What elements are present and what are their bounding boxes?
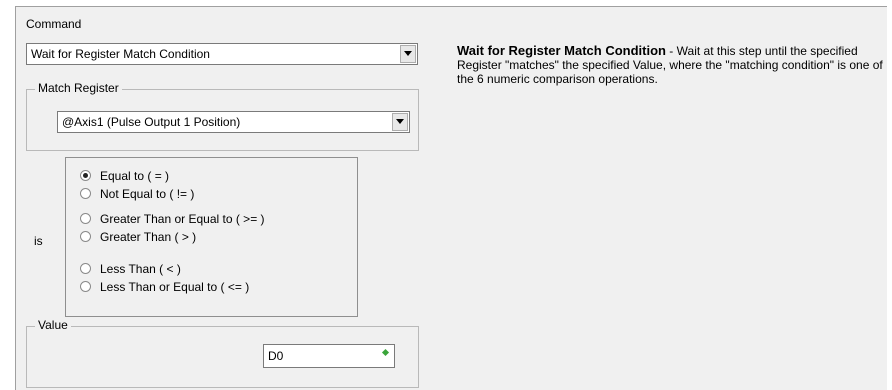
command-selected-value: Wait for Register Match Condition (31, 47, 210, 61)
chevron-down-icon (404, 51, 412, 56)
match-register-dropdown-button[interactable] (392, 113, 408, 131)
command-label: Command (26, 17, 82, 31)
radio-label: Not Equal to ( != ) (100, 187, 195, 201)
value-group: Value D0 (26, 318, 419, 388)
value-input-text: D0 (268, 349, 284, 363)
radio-label: Less Than or Equal to ( <= ) (100, 280, 250, 294)
match-register-dropdown[interactable]: @Axis1 (Pulse Output 1 Position) (57, 111, 410, 133)
radio-label: Greater Than or Equal to ( >= ) (100, 212, 265, 226)
radio-label: Equal to ( = ) (100, 169, 170, 183)
is-label: is (34, 234, 43, 248)
status-indicator-icon (381, 348, 390, 357)
match-condition-group: Equal to ( = ) Not Equal to ( != ) Great… (65, 157, 358, 317)
value-input[interactable]: D0 (263, 344, 395, 368)
radio-label: Less Than ( < ) (100, 262, 181, 276)
command-panel: Command Wait for Register Match Conditio… (15, 6, 887, 390)
match-register-group: Match Register @Axis1 (Pulse Output 1 Po… (26, 81, 419, 151)
command-description: Wait for Register Match Condition - Wait… (457, 43, 892, 87)
radio-button[interactable] (80, 213, 91, 224)
radio-label: Greater Than ( > ) (100, 230, 197, 244)
radio-button[interactable] (80, 170, 91, 181)
chevron-down-icon (396, 119, 404, 124)
match-register-legend: Match Register (35, 81, 122, 95)
command-dropdown[interactable]: Wait for Register Match Condition (26, 43, 418, 65)
radio-button[interactable] (80, 281, 91, 292)
value-legend: Value (35, 318, 71, 332)
match-register-selected-value: @Axis1 (Pulse Output 1 Position) (62, 115, 241, 129)
radio-button[interactable] (80, 231, 91, 242)
radio-button[interactable] (80, 263, 91, 274)
radio-button[interactable] (80, 188, 91, 199)
command-dropdown-button[interactable] (400, 45, 416, 63)
description-title: Wait for Register Match Condition (457, 43, 666, 58)
